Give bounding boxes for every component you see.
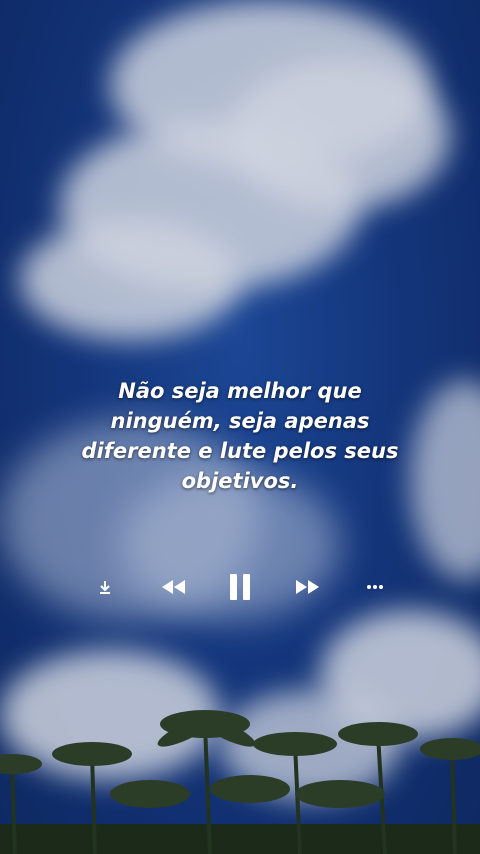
quote-text: Não seja melhor que ninguém, seja apenas… xyxy=(60,376,420,496)
quote-line: Não seja melhor que xyxy=(118,379,362,403)
fast-forward-button[interactable] xyxy=(287,566,329,608)
pause-button[interactable] xyxy=(219,566,261,608)
quote-line: objetivos. xyxy=(181,469,299,493)
rewind-icon xyxy=(161,580,185,594)
more-options-button[interactable] xyxy=(354,566,396,608)
more-horizontal-icon xyxy=(367,585,383,589)
pause-icon xyxy=(230,574,250,600)
palm-trees-image xyxy=(0,710,480,854)
rewind-button[interactable] xyxy=(152,566,194,608)
download-icon xyxy=(100,581,110,594)
video-player-screen: Não seja melhor que ninguém, seja apenas… xyxy=(0,0,480,854)
playback-controls xyxy=(84,566,396,608)
quote-line: ninguém, seja apenas xyxy=(110,409,370,433)
quote-line: diferente e lute pelos seus xyxy=(81,439,399,463)
download-button[interactable] xyxy=(84,566,126,608)
fast-forward-icon xyxy=(295,580,319,594)
